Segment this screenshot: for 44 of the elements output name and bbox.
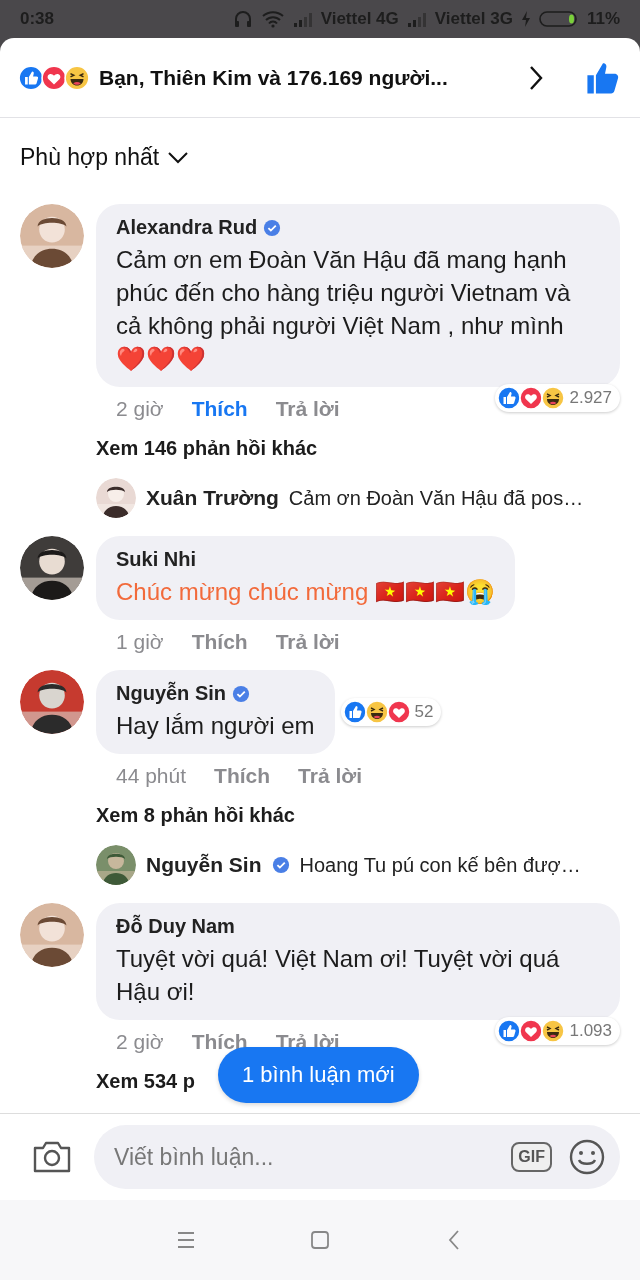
gif-button[interactable]: GIF	[511, 1142, 552, 1172]
home-square-icon[interactable]	[308, 1228, 332, 1252]
reaction-count-badge[interactable]: 2.927	[495, 384, 620, 412]
charging-bolt-icon	[520, 10, 531, 28]
battery-icon	[538, 10, 579, 28]
view-more-replies-link[interactable]: Xem 146 phản hồi khác	[96, 423, 318, 460]
wifi-icon	[260, 10, 285, 28]
reaction-count-badge[interactable]: 52	[340, 698, 442, 726]
reaction-count-badge[interactable]: 1.093	[495, 1017, 620, 1045]
author-name[interactable]: Nguyễn Sin	[146, 853, 262, 877]
like-link[interactable]: Thích	[191, 630, 248, 654]
reply-link[interactable]: Trả lời	[275, 397, 340, 421]
reply-link[interactable]: Trả lời	[275, 630, 340, 654]
author-name[interactable]: Suki Nhi	[116, 548, 196, 571]
chevron-down-icon	[167, 150, 190, 165]
chevron-right-icon[interactable]	[528, 64, 544, 91]
like-link[interactable]: Thích	[191, 397, 248, 421]
reply-link[interactable]: Trả lời	[298, 764, 363, 788]
comment-input-field[interactable]: Viết bình luận... GIF	[94, 1125, 620, 1189]
timestamp: 2 giờ	[116, 1030, 164, 1054]
comment-text: Hay lắm người em	[116, 711, 315, 741]
smiley-icon[interactable]	[568, 1138, 606, 1176]
author-name[interactable]: Đỗ Duy Nam	[116, 915, 235, 938]
comment-text: Cảm ơn em Đoàn Văn Hậu đã mang hạnh phúc đến cho hàng triệu người Vietnam và cả không phải người Việt Nam , như mình ❤❤❤	[116, 245, 572, 374]
reactions-summary-link[interactable]: Bạn, Thiên Kim và 176.169 người...	[99, 65, 448, 90]
reply-text: Cảm ơn Đoàn Văn Hậu đã pos…	[288, 486, 584, 510]
author-name[interactable]: Xuân Trường	[146, 486, 279, 510]
comment-text: Tuyệt vời quá! Việt Nam ơi! Tuyệt vời quá Hậu ơi!	[116, 944, 561, 1007]
view-more-replies-link[interactable]: Xem 8 phản hồi khác	[96, 790, 295, 827]
timestamp: 44 phút	[116, 764, 187, 788]
timestamp: 1 giờ	[116, 630, 164, 654]
signal-icon	[406, 10, 427, 28]
author-name[interactable]: Nguyễn Sin	[116, 682, 226, 705]
signal-icon	[292, 10, 313, 28]
like-button-icon[interactable]	[586, 60, 620, 95]
like-link[interactable]: Thích	[214, 764, 271, 788]
view-more-replies-link[interactable]: Xem 534 p	[96, 1056, 195, 1093]
sort-dropdown[interactable]: Phù hợp nhất	[20, 144, 190, 171]
author-name[interactable]: Alexandra Rud	[116, 216, 258, 239]
comment-text: Chúc mừng chúc mừng 🇻🇳🇻🇳🇻🇳😭	[116, 577, 495, 607]
camera-icon[interactable]	[32, 1140, 72, 1174]
timestamp: 2 giờ	[116, 397, 164, 421]
reply-text: Hoang Tu pú con kế bên đượ…	[299, 853, 581, 877]
headphones-icon	[232, 9, 253, 29]
